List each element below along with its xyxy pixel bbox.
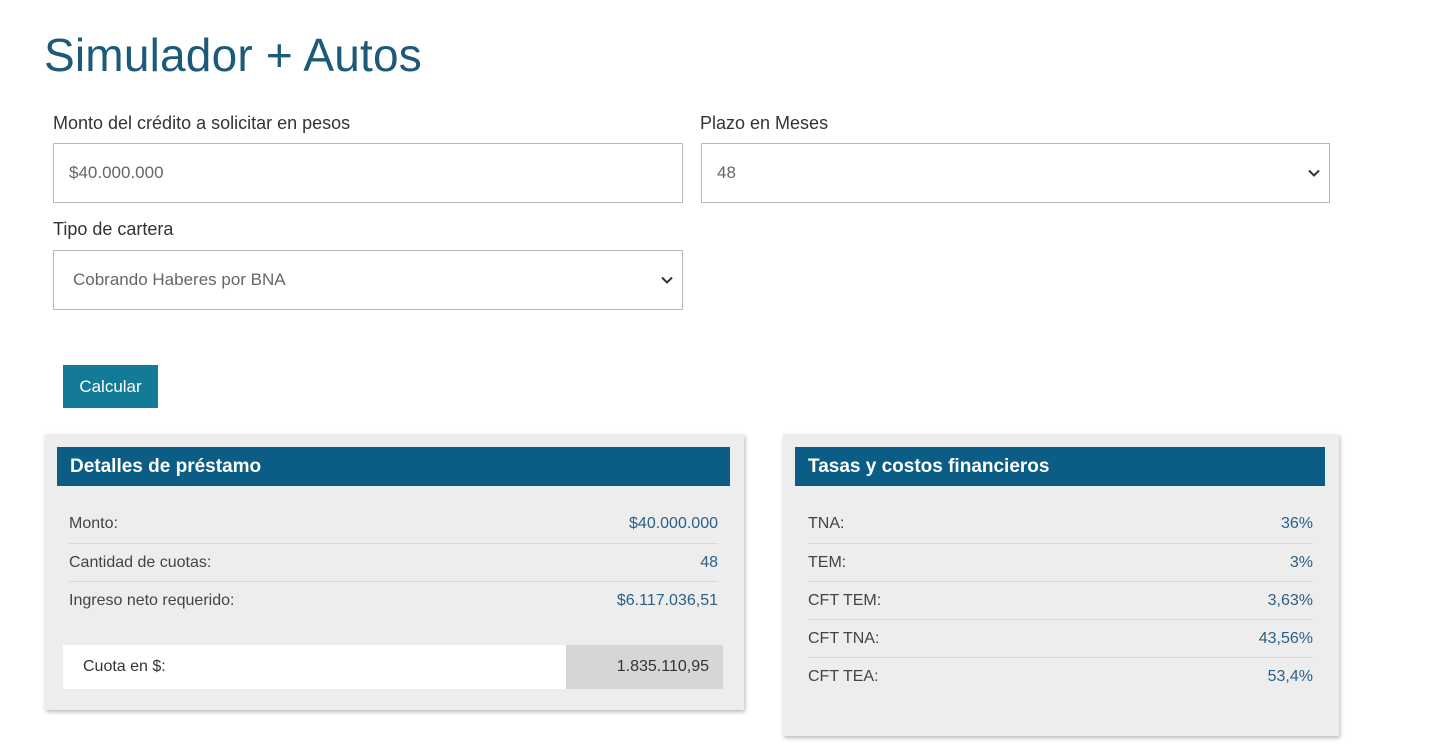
tasa-value: 3% [1289,553,1313,571]
detalle-label: Ingreso neto requerido: [69,591,235,609]
detalle-value: $40.000.000 [629,515,718,532]
tasa-label: CFT TNA: [808,629,880,647]
detalle-row: Cantidad de cuotas: 48 [69,543,718,581]
tasa-value: 3,63% [1267,591,1313,609]
tasas-header: Tasas y costos financieros [795,447,1325,486]
tasa-label: CFT TEA: [808,667,879,685]
plazo-label: Plazo en Meses [700,113,829,133]
tasa-row: CFT TNA: 43,56% [808,619,1313,657]
detalles-header: Detalles de préstamo [57,447,730,486]
tasa-row: TNA: 36% [808,505,1313,543]
cartera-selected-value: Cobrando Haberes por BNA [73,270,286,289]
cartera-select[interactable]: Cobrando Haberes por BNA [53,250,683,310]
cuota-summary: Cuota en $: 1.835.110,95 [63,645,723,689]
monto-label: Monto del crédito a solicitar en pesos [53,113,351,133]
calcular-button[interactable]: Calcular [63,365,158,408]
detalle-row: Monto: $40.000.000 [69,505,718,543]
tasa-value: 53,4% [1267,667,1313,685]
detalle-row: Ingreso neto requerido: $6.117.036,51 [69,581,718,619]
detalle-label: Monto: [69,515,118,532]
page-title: Simulador + Autos [44,29,423,81]
chevron-down-icon [661,276,673,284]
detalle-value: $6.117.036,51 [616,591,718,609]
detalle-value: 48 [700,553,718,571]
tasa-label: TEM: [808,553,847,571]
plazo-selected-value: 48 [717,163,736,182]
tasa-row: CFT TEM: 3,63% [808,581,1313,619]
monto-input[interactable] [53,143,683,203]
tasa-label: CFT TEM: [808,591,882,609]
cuota-value: 1.835.110,95 [566,645,723,689]
tasa-label: TNA: [808,515,845,532]
plazo-select[interactable]: 48 [701,143,1330,203]
tasa-value: 43,56% [1258,629,1313,647]
chevron-down-icon [1308,169,1320,177]
tasa-row: TEM: 3% [808,543,1313,581]
detalle-label: Cantidad de cuotas: [69,553,212,571]
tasa-row: CFT TEA: 53,4% [808,657,1313,695]
cartera-label: Tipo de cartera [53,219,174,239]
cuota-label: Cuota en $: [63,645,566,689]
simulator-page: Simulador + Autos Monto del crédito a so… [0,0,1440,752]
tasa-value: 36% [1280,515,1313,532]
